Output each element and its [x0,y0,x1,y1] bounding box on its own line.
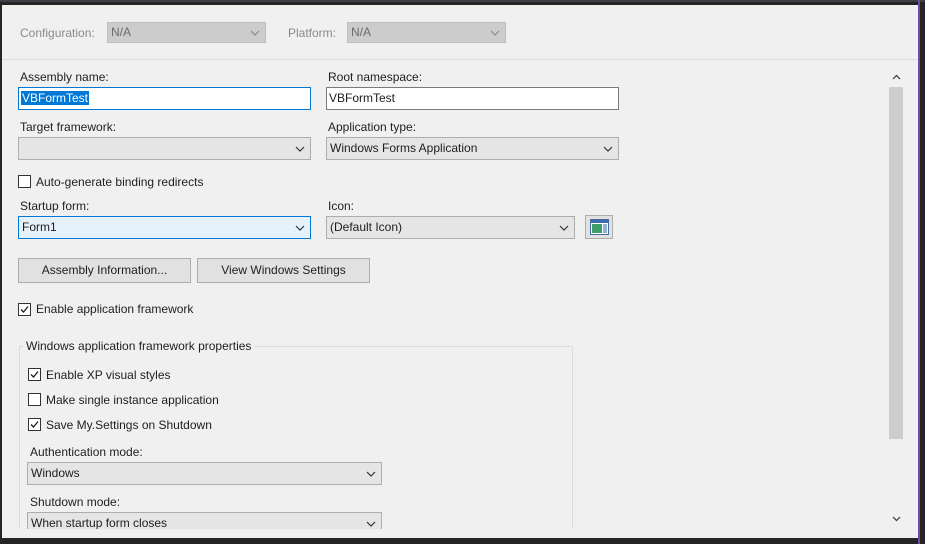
window-top-border [0,0,925,2]
configuration-combo[interactable]: N/A [107,22,266,43]
application-type-label: Application type: [328,120,417,134]
auto-binding-checkbox[interactable] [18,175,31,188]
auto-binding-label: Auto-generate binding redirects [36,175,204,189]
single-instance-checkbox[interactable] [28,393,41,406]
application-properties-page: Configuration: N/A Platform: N/A Assembl… [2,5,918,538]
xp-visual-styles-label: Enable XP visual styles [46,368,171,382]
single-instance-label: Make single instance application [46,393,219,407]
icon-preview-button[interactable] [585,215,613,239]
root-namespace-field[interactable]: VBFormTest [326,87,619,110]
target-framework-label: Target framework: [20,120,117,134]
enable-app-framework-label: Enable application framework [36,302,194,316]
shutdown-mode-value: When startup form closes [31,516,168,530]
chevron-down-icon [295,138,305,159]
assembly-name-label: Assembly name: [20,70,109,84]
chevron-down-icon [250,23,260,42]
chevron-down-icon [295,217,305,238]
checkmark-icon [30,421,39,428]
assembly-name-value: VBFormTest [21,91,90,105]
icon-value: (Default Icon) [330,220,403,234]
application-type-value: Windows Forms Application [330,141,478,155]
scroll-down-icon[interactable] [889,511,903,527]
platform-label: Platform: [288,26,337,40]
root-namespace-label: Root namespace: [328,70,423,84]
save-settings-checkbox[interactable] [28,418,41,431]
authentication-mode-label: Authentication mode: [30,445,143,459]
chevron-down-icon [603,138,613,159]
configuration-value: N/A [111,25,132,39]
scrollbar-thumb[interactable] [889,87,903,439]
view-windows-settings-button[interactable]: View Windows Settings [197,258,370,283]
chevron-down-icon [490,23,500,42]
startup-form-combo[interactable]: Form1 [18,216,311,239]
shutdown-mode-label: Shutdown mode: [30,495,121,509]
assembly-name-field[interactable]: VBFormTest [18,87,311,110]
config-separator [2,59,918,60]
authentication-mode-value: Windows [31,466,80,480]
root-namespace-value: VBFormTest [329,91,396,105]
platform-value: N/A [351,25,372,39]
enable-app-framework-checkbox[interactable] [18,303,31,316]
default-app-icon [590,219,609,235]
assembly-information-button[interactable]: Assembly Information... [18,258,191,283]
startup-form-value: Form1 [22,220,57,234]
configuration-label: Configuration: [20,26,95,40]
authentication-mode-combo[interactable]: Windows [27,462,382,485]
checkmark-icon [30,371,39,378]
startup-form-label: Startup form: [20,199,90,213]
save-settings-label: Save My.Settings on Shutdown [46,418,212,432]
xp-visual-styles-checkbox[interactable] [28,368,41,381]
framework-properties-title: Windows application framework properties [23,339,255,353]
icon-label: Icon: [328,199,355,213]
application-type-combo[interactable]: Windows Forms Application [326,137,619,160]
chevron-down-icon [559,217,569,238]
target-framework-combo[interactable] [18,137,311,160]
vertical-scrollbar[interactable] [887,67,905,529]
content-clip-band [2,529,918,538]
chevron-down-icon [366,463,376,484]
checkmark-icon [20,306,29,313]
scroll-up-icon[interactable] [889,69,903,85]
platform-combo[interactable]: N/A [347,22,506,43]
icon-combo[interactable]: (Default Icon) [326,216,575,239]
window-right-border [918,0,920,544]
